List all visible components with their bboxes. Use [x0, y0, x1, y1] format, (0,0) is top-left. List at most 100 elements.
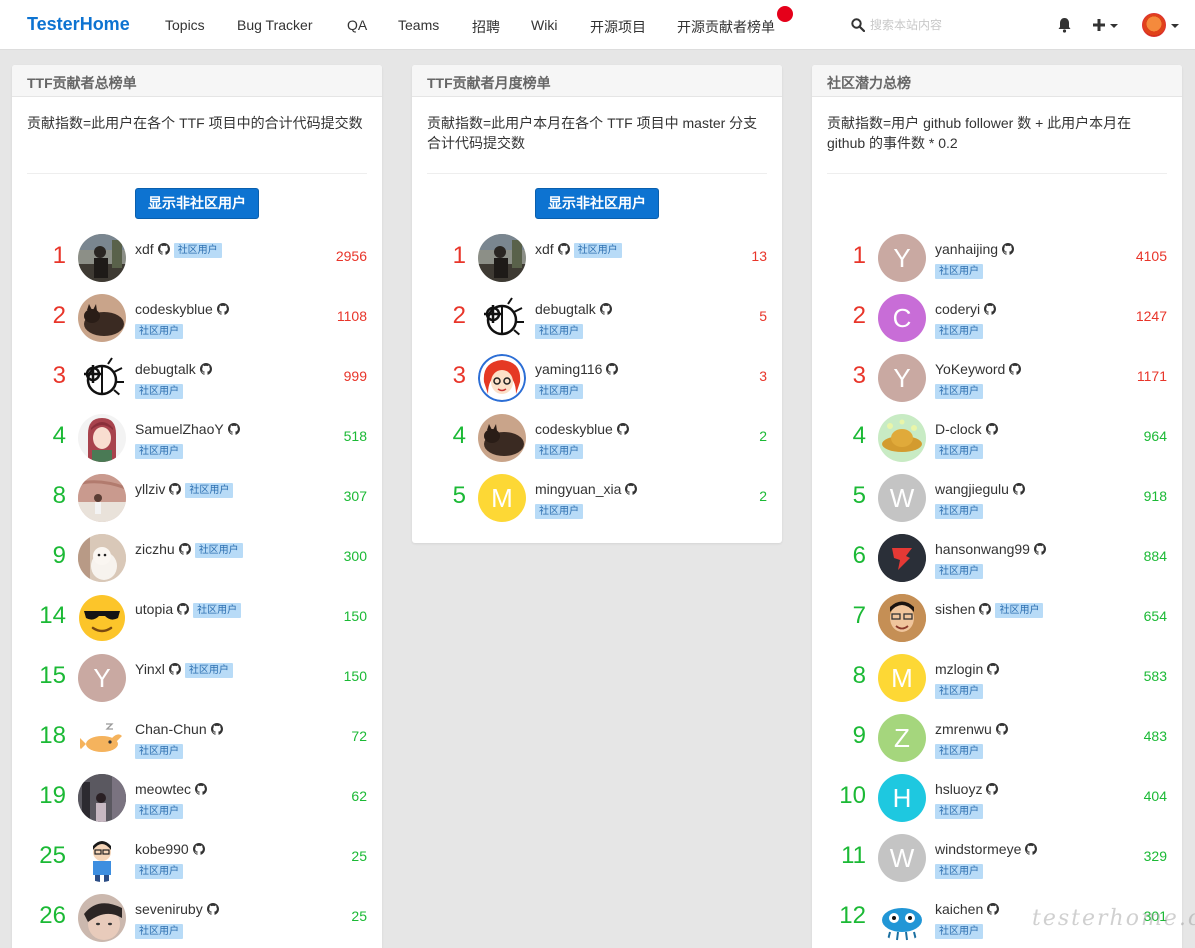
user-menu[interactable]: [1142, 13, 1182, 39]
avatar[interactable]: [78, 414, 126, 462]
username-link[interactable]: sishen 社区用户: [935, 601, 1044, 618]
username-link[interactable]: wangjiegulu: [935, 481, 1025, 497]
username-link[interactable]: yanhaijing: [935, 241, 1015, 257]
avatar[interactable]: H: [878, 774, 926, 822]
avatar[interactable]: W: [878, 834, 926, 882]
username-link[interactable]: Yinxl 社区用户: [135, 661, 233, 678]
avatar[interactable]: [78, 594, 126, 642]
avatar[interactable]: [478, 414, 526, 462]
user-avatar[interactable]: [1142, 13, 1166, 37]
username-link[interactable]: xdf 社区用户: [535, 241, 622, 258]
username-text[interactable]: debugtalk: [135, 361, 196, 377]
avatar[interactable]: [478, 354, 526, 402]
username-link[interactable]: hansonwang99: [935, 541, 1046, 557]
username-text[interactable]: zmrenwu: [935, 721, 992, 737]
username-text[interactable]: hansonwang99: [935, 541, 1030, 557]
username-text[interactable]: ziczhu: [135, 541, 175, 557]
username-link[interactable]: utopia 社区用户: [135, 601, 242, 618]
username-link[interactable]: SamuelZhaoY: [135, 421, 240, 437]
nav-jobs[interactable]: 招聘: [472, 17, 500, 37]
username-link[interactable]: seveniruby: [135, 901, 219, 917]
username-text[interactable]: kobe990: [135, 841, 189, 857]
plus-icon[interactable]: [1092, 17, 1122, 33]
avatar[interactable]: [878, 594, 926, 642]
username-link[interactable]: mingyuan_xia: [535, 481, 638, 497]
username-link[interactable]: mzlogin: [935, 661, 1000, 677]
avatar[interactable]: [78, 534, 126, 582]
username-text[interactable]: codeskyblue: [535, 421, 613, 437]
avatar[interactable]: [878, 894, 926, 942]
username-link[interactable]: debugtalk: [535, 301, 612, 317]
username-text[interactable]: YoKeyword: [935, 361, 1005, 377]
username-link[interactable]: debugtalk: [135, 361, 212, 377]
nav-teams[interactable]: Teams: [398, 17, 439, 33]
brand-logo[interactable]: TesterHome: [27, 14, 130, 35]
username-text[interactable]: xdf: [135, 241, 154, 257]
username-text[interactable]: windstormeye: [935, 841, 1021, 857]
nav-qa[interactable]: QA: [347, 17, 367, 33]
avatar[interactable]: Y: [878, 234, 926, 282]
username-link[interactable]: codeskyblue: [535, 421, 629, 437]
username-text[interactable]: sishen: [935, 601, 975, 617]
search-icon[interactable]: [851, 18, 865, 32]
username-link[interactable]: Chan-Chun: [135, 721, 223, 737]
username-text[interactable]: yanhaijing: [935, 241, 998, 257]
show-non-community-button[interactable]: 显示非社区用户: [535, 188, 659, 219]
nav-bug-tracker[interactable]: Bug Tracker: [237, 17, 312, 33]
search-input[interactable]: [870, 15, 1030, 35]
avatar[interactable]: [78, 354, 126, 402]
avatar[interactable]: Y: [78, 654, 126, 702]
username-text[interactable]: mingyuan_xia: [535, 481, 621, 497]
avatar[interactable]: [878, 534, 926, 582]
username-link[interactable]: codeskyblue: [135, 301, 229, 317]
username-text[interactable]: codeskyblue: [135, 301, 213, 317]
avatar[interactable]: [78, 234, 126, 282]
avatar[interactable]: [878, 414, 926, 462]
username-text[interactable]: Yinxl: [135, 661, 165, 677]
username-text[interactable]: xdf: [535, 241, 554, 257]
username-link[interactable]: kaichen: [935, 901, 1000, 917]
avatar[interactable]: [78, 774, 126, 822]
avatar[interactable]: [478, 294, 526, 342]
username-link[interactable]: hsluoyz: [935, 781, 999, 797]
avatar[interactable]: M: [478, 474, 526, 522]
avatar[interactable]: [78, 834, 126, 882]
avatar[interactable]: M: [878, 654, 926, 702]
username-link[interactable]: kobe990: [135, 841, 205, 857]
username-text[interactable]: D-clock: [935, 421, 982, 437]
username-link[interactable]: YoKeyword: [935, 361, 1022, 377]
username-link[interactable]: zmrenwu: [935, 721, 1008, 737]
nav-contributor-rank[interactable]: 开源贡献者榜单: [677, 17, 775, 37]
username-link[interactable]: ziczhu 社区用户: [135, 541, 243, 558]
avatar[interactable]: C: [878, 294, 926, 342]
username-link[interactable]: yllziv 社区用户: [135, 481, 234, 498]
nav-open-source[interactable]: 开源项目: [590, 17, 646, 37]
avatar[interactable]: [78, 474, 126, 522]
username-text[interactable]: debugtalk: [535, 301, 596, 317]
username-text[interactable]: utopia: [135, 601, 173, 617]
username-text[interactable]: mzlogin: [935, 661, 983, 677]
username-link[interactable]: windstormeye: [935, 841, 1038, 857]
username-text[interactable]: meowtec: [135, 781, 191, 797]
avatar[interactable]: [78, 714, 126, 762]
username-link[interactable]: D-clock: [935, 421, 998, 437]
bell-icon[interactable]: [1057, 17, 1072, 33]
username-link[interactable]: yaming116: [535, 361, 619, 377]
username-text[interactable]: yaming116: [535, 361, 602, 377]
avatar[interactable]: [78, 294, 126, 342]
avatar[interactable]: W: [878, 474, 926, 522]
nav-wiki[interactable]: Wiki: [531, 17, 557, 33]
username-text[interactable]: kaichen: [935, 901, 983, 917]
username-text[interactable]: SamuelZhaoY: [135, 421, 224, 437]
username-link[interactable]: coderyi: [935, 301, 997, 317]
username-text[interactable]: Chan-Chun: [135, 721, 207, 737]
username-link[interactable]: meowtec: [135, 781, 208, 797]
username-text[interactable]: wangjiegulu: [935, 481, 1009, 497]
username-text[interactable]: yllziv: [135, 481, 165, 497]
username-text[interactable]: coderyi: [935, 301, 980, 317]
nav-topics[interactable]: Topics: [165, 17, 205, 33]
avatar[interactable]: [478, 234, 526, 282]
show-non-community-button[interactable]: 显示非社区用户: [135, 188, 259, 219]
username-text[interactable]: seveniruby: [135, 901, 203, 917]
username-link[interactable]: xdf 社区用户: [135, 241, 222, 258]
